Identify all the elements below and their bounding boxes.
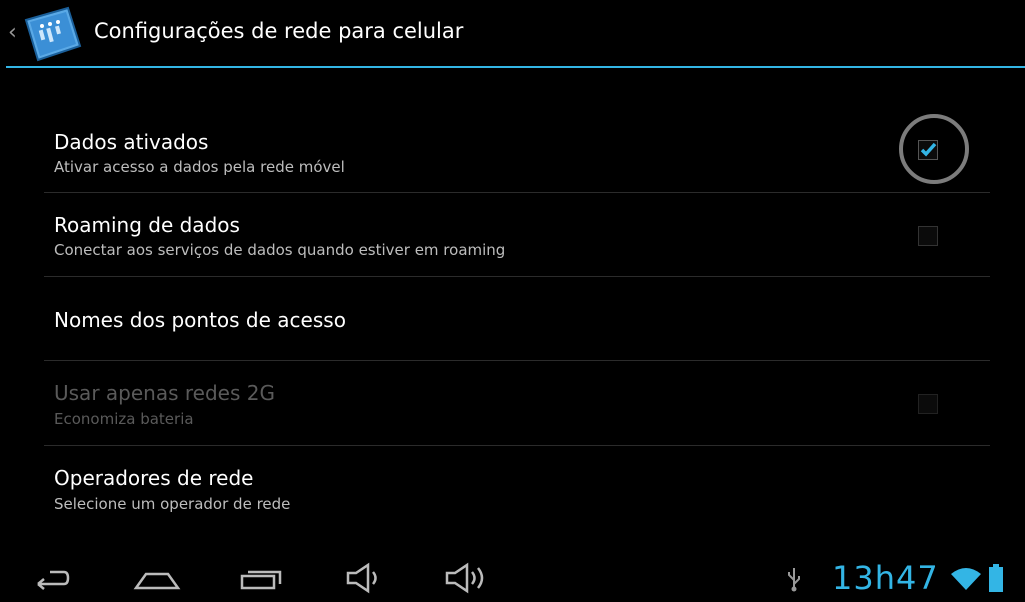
chevron-left-icon[interactable]: ‹ xyxy=(8,22,17,44)
settings-list: Dados ativados Ativar acesso a dados pel… xyxy=(44,108,990,530)
usb-icon xyxy=(786,566,802,596)
screen: ‹ Configurações de rede para celular Dad… xyxy=(6,0,1025,602)
dados-ativados-checkbox[interactable] xyxy=(918,140,938,160)
status-clock: 13h47 xyxy=(832,559,939,597)
battery-icon xyxy=(988,564,1004,598)
setting-usar-apenas-2g: Usar apenas redes 2G Economiza bateria xyxy=(44,361,990,446)
recent-apps-icon[interactable] xyxy=(238,562,284,596)
home-icon[interactable] xyxy=(132,562,182,596)
wifi-icon xyxy=(950,566,982,596)
setting-title: Usar apenas redes 2G xyxy=(54,381,275,405)
setting-summary: Selecione um operador de rede xyxy=(54,495,291,513)
setting-operadores-de-rede[interactable]: Operadores de rede Selecione um operador… xyxy=(44,446,990,530)
navigation-bar: 13h47 xyxy=(6,552,1025,602)
setting-summary: Conectar aos serviços de dados quando es… xyxy=(54,241,506,259)
back-icon[interactable] xyxy=(28,562,74,596)
settings-app-icon[interactable] xyxy=(20,6,86,62)
setting-roaming-de-dados[interactable]: Roaming de dados Conectar aos serviços d… xyxy=(44,193,990,277)
setting-title: Dados ativados xyxy=(54,130,209,154)
usar-2g-checkbox xyxy=(918,394,938,414)
setting-summary: Economiza bateria xyxy=(54,410,194,428)
action-bar: ‹ Configurações de rede para celular xyxy=(6,0,1025,68)
setting-title: Operadores de rede xyxy=(54,466,254,490)
volume-down-icon[interactable] xyxy=(344,562,384,598)
check-icon xyxy=(920,142,937,157)
roaming-checkbox[interactable] xyxy=(918,226,938,246)
setting-title: Roaming de dados xyxy=(54,213,240,237)
page-title: Configurações de rede para celular xyxy=(94,19,464,43)
volume-up-icon[interactable] xyxy=(443,562,491,598)
setting-title: Nomes dos pontos de acesso xyxy=(54,308,346,332)
setting-nomes-pontos-acesso[interactable]: Nomes dos pontos de acesso xyxy=(44,277,990,361)
setting-summary: Ativar acesso a dados pela rede móvel xyxy=(54,158,345,176)
setting-dados-ativados[interactable]: Dados ativados Ativar acesso a dados pel… xyxy=(44,108,990,193)
